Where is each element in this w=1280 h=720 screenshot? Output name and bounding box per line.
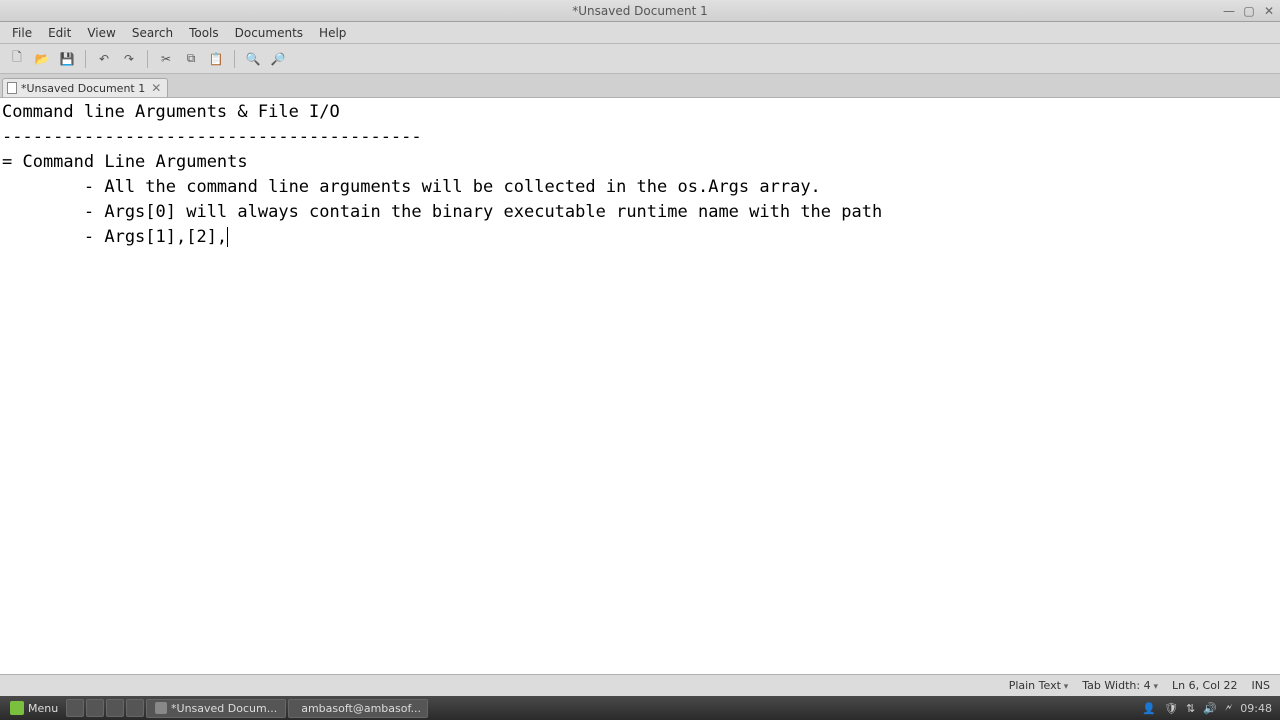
- editor-line: - Args[0] will always contain the binary…: [2, 202, 882, 222]
- titlebar: *Unsaved Document 1 — ▢ ✕: [0, 0, 1280, 22]
- minimize-button[interactable]: —: [1222, 4, 1236, 18]
- new-file-button[interactable]: 🗋: [6, 48, 28, 70]
- menu-view[interactable]: View: [79, 24, 123, 42]
- syntax-mode-selector[interactable]: Plain Text: [1009, 679, 1069, 692]
- statusbar: Plain Text Tab Width: 4 Ln 6, Col 22 INS: [0, 674, 1280, 696]
- volume-icon[interactable]: 🔊: [1203, 702, 1217, 715]
- user-icon[interactable]: 👤: [1142, 702, 1156, 715]
- show-desktop-button[interactable]: [66, 699, 84, 717]
- update-icon[interactable]: 🛡: [1164, 702, 1178, 715]
- browser-launcher[interactable]: [126, 699, 144, 717]
- save-file-button[interactable]: 💾: [56, 48, 78, 70]
- taskbar-item-label: ambasoft@ambasof...: [301, 702, 421, 715]
- copy-button[interactable]: ⧉: [180, 48, 202, 70]
- editor-line: - Args[1],[2],: [2, 227, 227, 247]
- editor-icon: [155, 702, 167, 714]
- mint-logo-icon: [10, 701, 24, 715]
- window-title: *Unsaved Document 1: [572, 4, 708, 18]
- tab-close-button[interactable]: ✕: [151, 81, 161, 95]
- menu-help[interactable]: Help: [311, 24, 354, 42]
- tab-width-selector[interactable]: Tab Width: 4: [1082, 679, 1158, 692]
- paste-button[interactable]: 📋: [205, 48, 227, 70]
- terminal-launcher[interactable]: [106, 699, 124, 717]
- editor-line: - All the command line arguments will be…: [2, 177, 821, 197]
- menu-documents[interactable]: Documents: [227, 24, 311, 42]
- editor-line: = Command Line Arguments: [2, 152, 248, 172]
- toolbar-separator: [234, 50, 235, 68]
- text-cursor: [227, 227, 228, 247]
- document-icon: [7, 82, 17, 94]
- insert-mode[interactable]: INS: [1252, 679, 1270, 692]
- tab-label: *Unsaved Document 1: [21, 82, 145, 95]
- cut-button[interactable]: ✂: [155, 48, 177, 70]
- close-button[interactable]: ✕: [1262, 4, 1276, 18]
- taskbar-item-editor[interactable]: *Unsaved Docum...: [146, 699, 286, 718]
- window-controls: — ▢ ✕: [1222, 4, 1276, 18]
- redo-button[interactable]: ↷: [118, 48, 140, 70]
- toolbar-separator: [85, 50, 86, 68]
- battery-icon[interactable]: 🗲: [1225, 701, 1232, 715]
- document-tab[interactable]: *Unsaved Document 1 ✕: [2, 78, 168, 97]
- taskbar-item-label: *Unsaved Docum...: [171, 702, 277, 715]
- system-tray: 👤 🛡 ⇅ 🔊 🗲 09:48: [1142, 701, 1276, 715]
- menubar: File Edit View Search Tools Documents He…: [0, 22, 1280, 44]
- menu-search[interactable]: Search: [124, 24, 181, 42]
- cursor-position: Ln 6, Col 22: [1172, 679, 1238, 692]
- editor-line: ----------------------------------------…: [2, 127, 422, 147]
- clock[interactable]: 09:48: [1240, 702, 1272, 715]
- taskbar: Menu *Unsaved Docum... ambasoft@ambasof.…: [0, 696, 1280, 720]
- taskbar-item-terminal[interactable]: ambasoft@ambasof...: [288, 699, 428, 718]
- start-menu-label: Menu: [28, 702, 58, 715]
- file-manager-launcher[interactable]: [86, 699, 104, 717]
- editor-line: Command line Arguments & File I/O: [2, 102, 340, 122]
- menu-edit[interactable]: Edit: [40, 24, 79, 42]
- open-file-button[interactable]: 📂: [31, 48, 53, 70]
- find-button[interactable]: 🔍: [242, 48, 264, 70]
- tabbar: *Unsaved Document 1 ✕: [0, 74, 1280, 98]
- menu-tools[interactable]: Tools: [181, 24, 227, 42]
- find-replace-button[interactable]: 🔎: [267, 48, 289, 70]
- toolbar: 🗋 📂 💾 ↶ ↷ ✂ ⧉ 📋 🔍 🔎: [0, 44, 1280, 74]
- toolbar-separator: [147, 50, 148, 68]
- text-editor[interactable]: Command line Arguments & File I/O ------…: [0, 98, 1280, 674]
- maximize-button[interactable]: ▢: [1242, 4, 1256, 18]
- menu-file[interactable]: File: [4, 24, 40, 42]
- undo-button[interactable]: ↶: [93, 48, 115, 70]
- start-menu-button[interactable]: Menu: [4, 699, 64, 717]
- network-icon[interactable]: ⇅: [1186, 702, 1195, 715]
